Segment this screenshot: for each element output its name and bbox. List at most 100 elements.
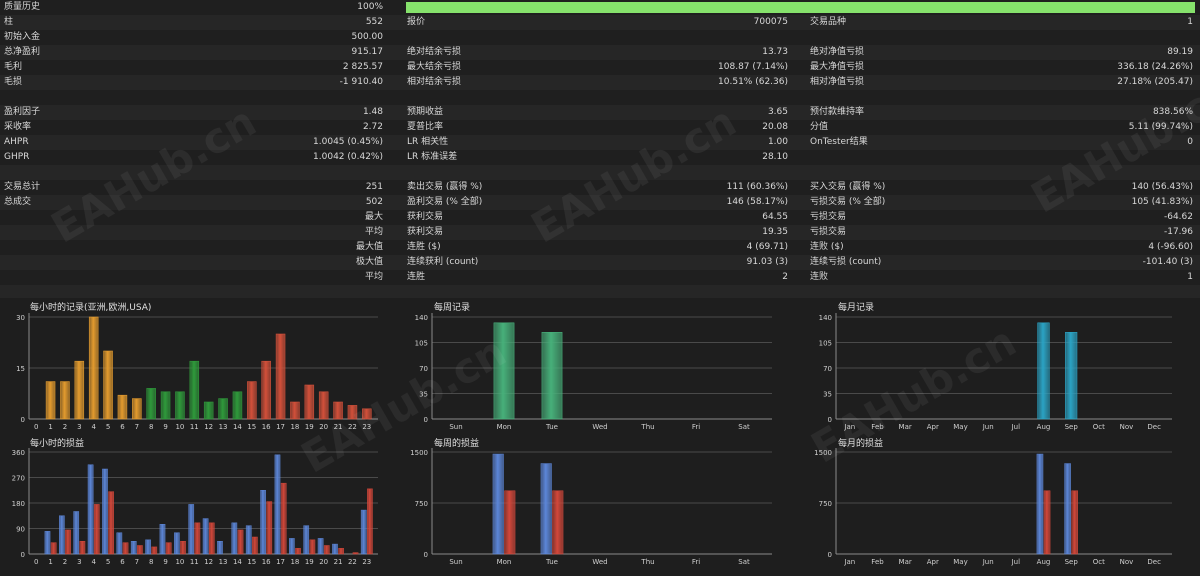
quality-progress-fill — [406, 2, 1195, 13]
metric-value: 3.65 — [767, 107, 788, 117]
metric-value — [600, 30, 788, 45]
y-tick-label: 180 — [12, 500, 25, 508]
x-tick-label: Sun — [449, 558, 462, 566]
stats-row: AHPR 1.0045 (0.45%) LR 相关性 1.00 OnTester结果 0 — [0, 135, 1200, 150]
metric-label: 交易总计 — [4, 182, 41, 192]
metric-value — [1000, 30, 1193, 45]
loss-bar — [367, 488, 373, 555]
x-tick-label: Mar — [899, 558, 912, 566]
chart-bar — [132, 398, 142, 420]
chart-plot: 0 750 1500 Sun Mon Tue Wed Thu Fri Sat — [410, 448, 772, 566]
metric-label — [4, 90, 154, 105]
x-tick-label: Apr — [927, 558, 939, 566]
metric-label: 毛利 — [4, 62, 23, 72]
chart-bar — [261, 360, 271, 420]
x-tick-label: May — [953, 558, 967, 566]
profit-bar — [44, 531, 51, 555]
x-tick-label: Aug — [1037, 423, 1051, 431]
loss-bar — [180, 541, 186, 555]
metric-value: 0 — [1187, 137, 1193, 147]
loss-bar — [266, 501, 273, 555]
loss-bar — [108, 491, 114, 555]
x-tick-label: 5 — [106, 558, 110, 566]
stats-row: 平均 连胜 2 连败 1 — [0, 270, 1200, 285]
metric-value: 251 — [365, 182, 383, 192]
stats-row: 盈利因子 1.48 预期收益 3.65 预付款维持率 838.56% — [0, 105, 1200, 120]
stats-row: 总成交 502 盈利交易 (% 全部) 146 (58.17%) 亏损交易 (% 全部)… — [0, 195, 1200, 210]
x-tick-label: 21 — [334, 558, 343, 566]
chart-plot: 0 750 1500 Jan Feb Mar Apr May Jun Jul Aug Sep Oct No… — [814, 448, 1172, 566]
x-tick-label: 18 — [290, 558, 299, 566]
x-tick-label: Sep — [1065, 558, 1079, 566]
profit-bar — [260, 490, 266, 555]
metric-label: 分值 — [810, 122, 829, 132]
metric-value: 336.18 (24.26%) — [1117, 62, 1193, 72]
metric-label — [4, 210, 154, 225]
x-tick-label: May — [953, 423, 967, 431]
stats-row: 总净盈利 915.17 绝对结余亏损 13.73 绝对净值亏损 89.19 — [0, 45, 1200, 60]
metric-value — [600, 165, 788, 180]
x-tick-label: 7 — [135, 423, 139, 431]
profit-bar — [188, 504, 195, 555]
metric-label: 相对结余亏损 — [407, 77, 462, 87]
loss-bar — [280, 482, 287, 555]
y-tick-label: 0 — [424, 416, 428, 424]
loss-bar — [79, 541, 86, 555]
y-tick-label: 70 — [419, 365, 428, 373]
stats-row: 毛利 2 825.57 最大结余亏损 108.87 (7.14%) 最大净值亏损 336.… — [0, 60, 1200, 75]
loss-bar — [151, 546, 158, 555]
metric-value: 89.19 — [1167, 47, 1193, 57]
loss-bar — [323, 545, 330, 555]
x-tick-label: 6 — [120, 558, 125, 566]
x-tick-label: 6 — [120, 423, 125, 431]
x-tick-label: 11 — [190, 423, 199, 431]
stats-spacer-row — [0, 90, 1200, 105]
metric-value: 91.03 (3) — [746, 257, 788, 267]
metric-value: 13.73 — [762, 47, 788, 57]
y-tick-label: 140 — [819, 314, 832, 322]
x-tick-label: Sep — [1065, 423, 1079, 431]
x-tick-label: Mar — [899, 423, 912, 431]
x-tick-label: 16 — [262, 423, 271, 431]
x-tick-label: 8 — [149, 423, 153, 431]
metric-value: 20.08 — [762, 122, 788, 132]
metric-label: 连续获利 (count) — [407, 257, 479, 267]
metric-label — [407, 30, 607, 45]
profit-bar — [274, 454, 281, 555]
x-tick-label: Apr — [927, 423, 939, 431]
x-tick-label: Jul — [1011, 558, 1021, 566]
metric-label: 夏普比率 — [407, 122, 444, 132]
profit-bar — [130, 541, 137, 555]
chart-bar — [541, 331, 563, 420]
metric-label: 绝对结余亏损 — [407, 47, 462, 57]
metric-label — [810, 150, 1010, 165]
metric-value: 105 (41.83%) — [1131, 197, 1193, 207]
x-tick-label: Nov — [1120, 558, 1134, 566]
profit-bar — [145, 539, 151, 555]
metric-value — [150, 90, 383, 105]
stats-row: 毛损 -1 910.40 相对结余亏损 10.51% (62.36) 相对净值亏损 27.… — [0, 75, 1200, 90]
x-tick-label: 22 — [348, 558, 357, 566]
metric-value — [1000, 90, 1193, 105]
metric-label: 盈利因子 — [4, 107, 41, 117]
x-tick-label: 10 — [175, 423, 184, 431]
chart-bar — [275, 333, 286, 420]
x-tick-label: 0 — [34, 423, 38, 431]
metric-label: 预付款维持率 — [810, 107, 865, 117]
stats-row: 初始入金 500.00 — [0, 30, 1200, 45]
metric-label: 亏损交易 — [810, 212, 847, 222]
x-tick-label: Tue — [545, 423, 558, 431]
chart-bar — [290, 401, 300, 420]
x-tick-label: Oct — [1093, 423, 1105, 431]
metric-value: 1 — [1187, 17, 1193, 27]
metric-value: 64.55 — [762, 212, 788, 222]
y-tick-label: 0 — [21, 551, 25, 559]
x-tick-label: Fri — [692, 558, 700, 566]
chart-bar — [203, 401, 214, 420]
metric-value — [600, 90, 788, 105]
x-tick-label: 19 — [305, 423, 314, 431]
metric-label: 连胜 ($) — [407, 242, 441, 252]
metric-value: 4 (69.71) — [746, 242, 788, 252]
loss-bar — [237, 529, 244, 555]
stats-row: 最大值 连胜 ($) 4 (69.71) 连败 ($) 4 (-96.60) — [0, 240, 1200, 255]
